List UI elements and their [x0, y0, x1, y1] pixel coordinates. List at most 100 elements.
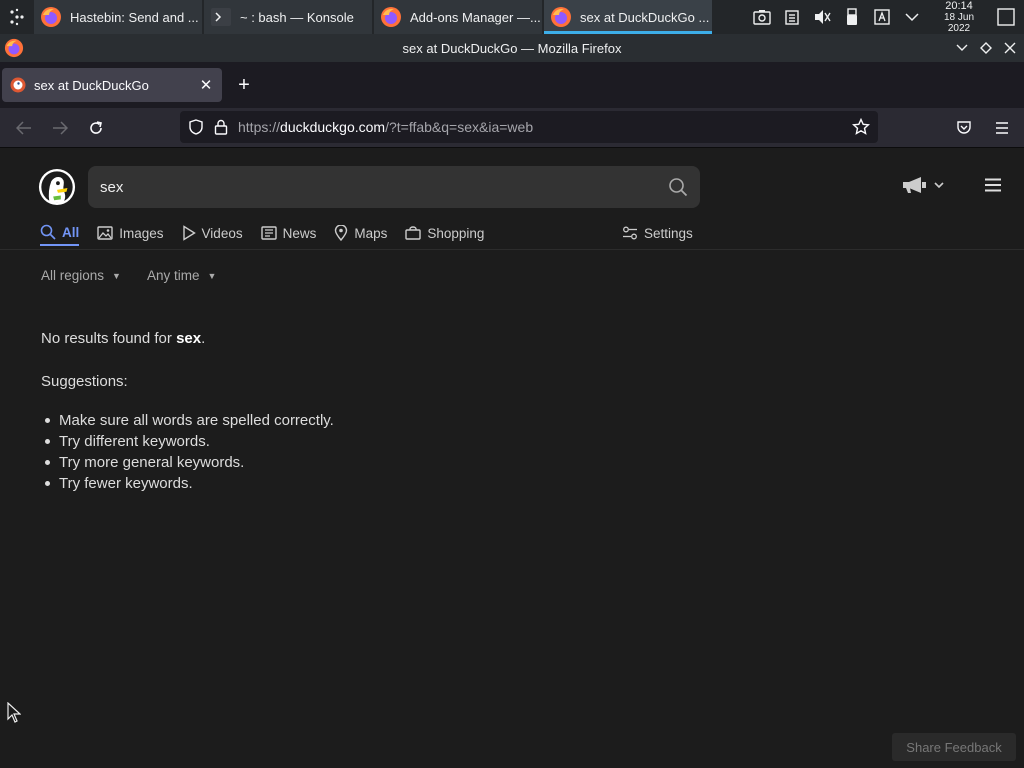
screenshot-icon[interactable]: [752, 7, 772, 27]
url-text[interactable]: https://duckduckgo.com/?t=ffab&q=sex&ia=…: [238, 119, 533, 135]
search-query-text[interactable]: sex: [100, 179, 668, 196]
tab-maps[interactable]: Maps: [334, 220, 387, 246]
bullet-icon: [45, 481, 50, 486]
play-icon: [182, 225, 196, 241]
tab-videos[interactable]: Videos: [182, 220, 243, 246]
no-results-prefix: No results found for: [41, 330, 177, 347]
volume-muted-icon[interactable]: [812, 7, 832, 27]
time-filter-label: Any time: [146, 268, 200, 283]
no-results-message: No results found for sex.: [41, 330, 205, 347]
reload-button[interactable]: [78, 112, 114, 144]
ddg-menu-button[interactable]: [984, 178, 1002, 192]
settings-sliders-icon: [623, 226, 637, 240]
search-icon[interactable]: [668, 177, 688, 197]
task-duckduckgo[interactable]: sex at DuckDuckGo ...: [544, 0, 712, 34]
pocket-button[interactable]: [952, 112, 976, 144]
bullet-icon: [45, 439, 50, 444]
shopping-bag-icon: [405, 226, 422, 240]
navigation-toolbar: https://duckduckgo.com/?t=ffab&q=sex&ia=…: [0, 108, 1024, 148]
suggestions-list: Make sure all words are spelled correctl…: [45, 410, 334, 494]
suggestion-text: Try fewer keywords.: [59, 475, 193, 492]
clock-time: 20:14: [945, 0, 973, 12]
back-button[interactable]: [6, 112, 42, 144]
keyboard-layout-icon[interactable]: [872, 7, 892, 27]
clock-date: 18 Jun 2022: [943, 11, 975, 34]
region-filter[interactable]: All regions ▼: [41, 268, 121, 283]
tab-label: Shopping: [427, 225, 485, 241]
search-type-tabs: All Images Videos News Maps Shopping: [40, 220, 502, 250]
time-filter[interactable]: Any time ▼: [147, 268, 216, 283]
task-label: Add-ons Manager —...: [410, 9, 541, 25]
search-input[interactable]: sex: [88, 166, 700, 208]
back-arrow-icon: [16, 120, 31, 135]
share-feedback-button[interactable]: Share Feedback: [892, 733, 1016, 761]
suggestion-text: Try more general keywords.: [59, 454, 245, 471]
tab-label: Images: [119, 225, 164, 241]
ddg-header: sex All Images Videos News Maps Shopping…: [0, 148, 1024, 250]
tracking-shield-icon[interactable]: [188, 119, 204, 135]
newspaper-icon: [260, 226, 277, 240]
task-label: ~ : bash — Konsole: [240, 9, 354, 25]
forward-arrow-icon: [53, 120, 68, 135]
firefox-icon: [41, 7, 61, 27]
url-scheme: https://: [238, 119, 281, 135]
launcher-icon: [10, 8, 24, 26]
firefox-icon: [4, 38, 24, 58]
page-content: sex All Images Videos News Maps Shopping…: [0, 148, 1024, 768]
tab-label: Maps: [354, 225, 388, 241]
caret-down-icon: ▼: [207, 270, 217, 281]
usb-device-icon[interactable]: [842, 7, 862, 27]
bookmark-star-icon[interactable]: [852, 118, 870, 136]
tab-shopping[interactable]: Shopping: [405, 220, 484, 246]
privacy-news-button[interactable]: [902, 176, 944, 194]
map-pin-icon: [335, 225, 348, 241]
pocket-icon: [957, 121, 971, 134]
new-tab-button[interactable]: +: [230, 71, 258, 99]
browser-tab[interactable]: sex at DuckDuckGo ✕: [2, 68, 222, 102]
settings-button[interactable]: Settings: [622, 220, 693, 246]
task-addons-manager[interactable]: Add-ons Manager —...: [374, 0, 542, 34]
settings-label: Settings: [644, 225, 693, 241]
clipboard-icon[interactable]: [782, 7, 802, 27]
no-results-suffix: .: [201, 330, 206, 347]
tab-title: sex at DuckDuckGo: [34, 77, 149, 93]
forward-button[interactable]: [42, 112, 78, 144]
window-titlebar[interactable]: sex at DuckDuckGo — Mozilla Firefox: [0, 34, 1024, 62]
chevron-down-icon[interactable]: [902, 7, 922, 27]
url-path: /?t=ffab&q=sex&ia=web: [385, 119, 534, 135]
url-host: duckduckgo.com: [280, 119, 386, 135]
duckduckgo-favicon-icon: [10, 77, 26, 93]
caret-down-icon: ▼: [112, 270, 121, 281]
hamburger-menu-icon: [985, 178, 1001, 192]
list-item: Try more general keywords.: [45, 452, 334, 473]
url-bar[interactable]: https://duckduckgo.com/?t=ffab&q=sex&ia=…: [180, 111, 878, 143]
tab-images[interactable]: Images: [97, 220, 164, 246]
bullet-icon: [45, 460, 50, 465]
task-konsole[interactable]: ~ : bash — Konsole: [204, 0, 372, 34]
tab-all[interactable]: All: [40, 220, 80, 246]
close-button[interactable]: [1002, 39, 1018, 57]
task-hastebin[interactable]: Hastebin: Send and ...: [34, 0, 202, 34]
list-item: Try fewer keywords.: [45, 473, 334, 494]
search-icon: [40, 224, 56, 240]
app-menu-button[interactable]: [990, 112, 1014, 144]
minimize-button[interactable]: [954, 39, 970, 57]
tab-news[interactable]: News: [260, 220, 317, 246]
megaphone-icon: [903, 177, 926, 193]
show-desktop-icon[interactable]: [996, 7, 1016, 27]
firefox-icon: [551, 7, 571, 27]
tab-close-icon[interactable]: ✕: [198, 76, 214, 94]
maximize-button[interactable]: [978, 39, 994, 57]
duckduckgo-logo[interactable]: [38, 168, 76, 206]
lock-icon[interactable]: [214, 119, 228, 135]
terminal-icon: [211, 8, 231, 26]
app-launcher-button[interactable]: [0, 0, 34, 34]
search-filters: All regions ▼ Any time ▼: [41, 268, 216, 283]
region-filter-label: All regions: [41, 268, 105, 283]
tab-label: News: [282, 225, 317, 241]
image-icon: [97, 226, 113, 240]
suggestions-title: Suggestions:: [41, 373, 128, 390]
system-tray: 20:14 18 Jun 2022: [752, 0, 1024, 34]
suggestion-text: Make sure all words are spelled correctl…: [59, 412, 334, 429]
clock[interactable]: 20:14 18 Jun 2022: [932, 0, 986, 34]
